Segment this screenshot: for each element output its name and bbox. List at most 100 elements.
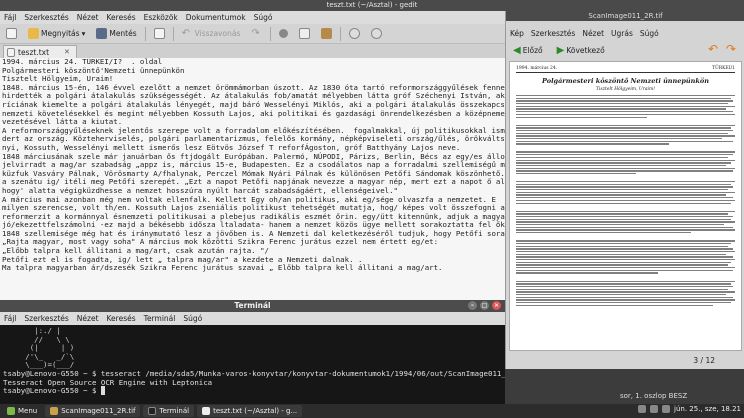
save-button[interactable]: Mentés	[93, 26, 139, 42]
taskbar-item-terminal[interactable]: Terminál	[143, 405, 195, 417]
new-document-icon	[6, 28, 17, 39]
minimize-icon[interactable]: –	[468, 301, 477, 310]
taskbar-item-gedit[interactable]: teszt.txt (~/Asztal) - g...	[197, 405, 303, 417]
terminal-menu-file[interactable]: Fájl	[4, 314, 16, 323]
scanned-text-line	[516, 226, 733, 229]
paste-button[interactable]	[318, 26, 335, 42]
menu-help[interactable]: Súgó	[254, 13, 273, 22]
scanned-text-line	[516, 156, 729, 159]
ascii-art-line: /'\_ _/`\	[3, 351, 75, 361]
scanned-text-line	[516, 218, 731, 220]
start-menu-button[interactable]: Menu	[2, 405, 42, 417]
scanned-text-line	[516, 224, 725, 226]
terminal-menu-edit[interactable]: Szerkesztés	[24, 314, 68, 323]
gedit-toolbar: Megnyitás ▾ Mentés ↶ Visszavonás ↷	[0, 24, 505, 44]
menu-search[interactable]: Keresés	[107, 13, 136, 22]
menu-tools[interactable]: Eszközök	[144, 13, 178, 22]
taskbar-item-label: ScanImage011_2R.tif	[61, 407, 136, 415]
scanned-text-line	[516, 210, 735, 212]
scanned-text-line	[516, 253, 727, 255]
cursor	[100, 386, 106, 396]
chevron-down-icon: ▾	[81, 29, 86, 38]
ascii-art-line: // \ \	[3, 334, 70, 344]
next-label: Következő	[566, 45, 605, 55]
viewer-title: ScanImage011_2R.tif	[588, 12, 663, 20]
menu-file[interactable]: Fájl	[4, 13, 16, 22]
network-icon[interactable]	[638, 405, 647, 413]
scanned-page-image: 1994. március 24. TÜRKEI/1 Polgármesteri…	[509, 61, 742, 351]
scanned-text-line	[516, 299, 735, 301]
viewer-menu-view[interactable]: Nézet	[582, 29, 604, 38]
scanned-text-line	[516, 232, 692, 234]
close-icon[interactable]: ×	[492, 301, 501, 310]
open-button[interactable]: Megnyitás ▾	[25, 26, 88, 42]
close-tab-icon[interactable]: ✕	[64, 48, 70, 56]
copy-button[interactable]	[296, 26, 313, 42]
scanned-text-line	[516, 199, 735, 202]
save-icon	[96, 28, 108, 39]
terminal-titlebar[interactable]: Terminál – □ ×	[0, 300, 505, 312]
system-tray: jún. 25., sze, 18.21	[638, 405, 741, 413]
terminal-body[interactable]: |:./ | // \ \ (| | ) /'\_ _/`\ \___)=(__…	[0, 325, 505, 404]
maximize-icon[interactable]: □	[480, 301, 489, 310]
text-editor[interactable]: 1994. március 24. TÜRKEI/I? . oldal Polgá…	[0, 58, 505, 300]
find-button[interactable]	[346, 26, 363, 42]
open-label: Megnyitás	[41, 29, 80, 38]
battery-icon[interactable]	[662, 405, 671, 413]
ascii-art: |:./ | // \ \ (| | ) /'\_ _/`\ \___)=(__…	[3, 326, 502, 370]
terminal-menu-terminal[interactable]: Terminál	[144, 314, 176, 323]
viewer-titlebar[interactable]: ScanImage011_2R.tif	[506, 11, 744, 21]
scanned-text-line	[516, 191, 735, 194]
scanned-text-line	[516, 140, 733, 142]
volume-icon[interactable]	[650, 405, 659, 413]
rotate-right-icon[interactable]: ↷	[726, 42, 740, 56]
copy-icon	[299, 28, 311, 39]
previous-label: Előző	[522, 45, 543, 55]
scanned-text-line	[516, 151, 735, 153]
terminal-prompt: tsaby@Lenovo-G550 ~ $	[3, 386, 502, 396]
redo-icon: ↷	[251, 28, 260, 39]
scanned-text-line	[516, 172, 637, 175]
menu-view[interactable]: Nézet	[77, 13, 99, 22]
clock[interactable]: jún. 25., sze, 18.21	[674, 405, 741, 413]
terminal-menu-view[interactable]: Nézet	[77, 314, 99, 323]
tab-teszt-txt[interactable]: teszt.txt ✕	[3, 45, 77, 58]
next-button[interactable]: ▶ Következő	[554, 42, 608, 58]
viewer-menu-help[interactable]: Súgó	[640, 29, 659, 38]
viewer-menubar: Kép Szerkesztés Nézet Ugrás Súgó	[506, 27, 744, 39]
new-button[interactable]	[3, 26, 20, 42]
save-label: Mentés	[109, 29, 137, 38]
gedit-titlebar[interactable]: teszt.txt (~/Asztal) - gedit	[0, 0, 744, 11]
taskbar-item-viewer[interactable]: ScanImage011_2R.tif	[45, 405, 141, 417]
scanned-text-line	[516, 113, 735, 116]
viewer-menu-image[interactable]: Kép	[510, 29, 524, 38]
toolbar-separator	[172, 26, 174, 41]
scanned-text-line	[516, 132, 729, 134]
page-header: 1994. március 24. TÜRKEI/1	[516, 66, 735, 73]
terminal-menu-search[interactable]: Keresés	[107, 314, 136, 323]
undo-button[interactable]: ↶ Visszavonás	[179, 26, 244, 42]
print-button[interactable]	[151, 26, 168, 42]
gedit-menubar: Fájl Szerkesztés Nézet Keresés Eszközök …	[0, 11, 505, 24]
viewer-menu-edit[interactable]: Szerkesztés	[531, 29, 575, 38]
menu-edit[interactable]: Szerkesztés	[24, 13, 68, 22]
terminal-menu-help[interactable]: Súgó	[183, 314, 202, 323]
redo-button[interactable]: ↷	[248, 26, 265, 42]
replace-button[interactable]	[368, 26, 385, 42]
search-icon	[349, 28, 361, 39]
tab-label: teszt.txt	[18, 47, 50, 57]
rotate-left-icon[interactable]: ↶	[708, 42, 722, 56]
terminal-window: Terminál – □ × Fájl Szerkesztés Nézet Ke…	[0, 300, 505, 404]
arrow-right-icon: ▶	[556, 44, 565, 56]
scanned-text-line	[516, 124, 735, 126]
scanned-text-line	[516, 280, 735, 282]
viewer-menu-go[interactable]: Ugrás	[611, 29, 633, 38]
scanned-text-line	[516, 105, 735, 108]
menu-documents[interactable]: Dokumentumok	[186, 13, 246, 22]
previous-button[interactable]: ◀ Előző	[510, 42, 546, 58]
scanned-text-line	[516, 127, 731, 129]
cut-button[interactable]	[276, 26, 291, 42]
toolbar-separator	[270, 26, 272, 41]
